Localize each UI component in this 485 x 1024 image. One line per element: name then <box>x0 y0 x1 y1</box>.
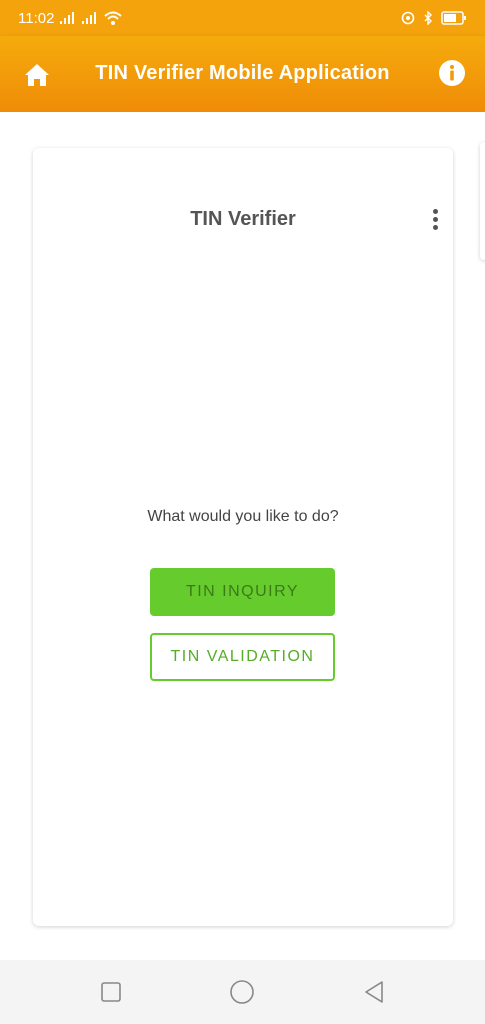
more-vertical-icon <box>432 208 438 214</box>
recents-button[interactable] <box>97 978 125 1006</box>
wifi-icon <box>104 11 123 25</box>
home-icon <box>25 64 49 86</box>
tin-verifier-card: TIN Verifier What would you like to do? … <box>33 148 453 926</box>
card-title: TIN Verifier <box>190 208 296 230</box>
alarm-icon <box>401 11 415 25</box>
app-title: TIN Verifier Mobile Application <box>95 62 390 84</box>
home-button[interactable] <box>20 58 54 92</box>
signal-icon <box>60 12 75 24</box>
next-card-edge[interactable] <box>480 142 485 260</box>
info-icon <box>439 60 465 86</box>
info-button[interactable] <box>437 58 467 88</box>
tin-inquiry-button[interactable]: TIN INQUIRY <box>150 568 335 616</box>
status-right <box>401 11 467 25</box>
signal-icon <box>82 12 97 24</box>
prompt-text: What would you like to do? <box>147 508 339 525</box>
more-vertical-icon <box>432 216 438 222</box>
battery-icon <box>441 11 466 25</box>
main-content: TIN Verifier What would you like to do? … <box>0 112 485 960</box>
status-time: 11:02 <box>18 9 55 27</box>
system-nav-bar <box>0 960 485 1024</box>
app-bar: TIN Verifier Mobile Application <box>0 36 485 112</box>
more-vertical-icon <box>432 224 438 230</box>
nav-home-button[interactable] <box>228 978 256 1006</box>
home-circle-icon <box>230 980 254 1004</box>
recents-square-icon <box>101 982 121 1002</box>
status-bar: 11:02 <box>0 0 485 36</box>
bluetooth-icon <box>424 11 432 25</box>
status-left: 11:02 <box>18 9 123 27</box>
back-button[interactable] <box>360 978 388 1006</box>
back-triangle-icon <box>365 981 383 1003</box>
tin-validation-button[interactable]: TIN VALIDATION <box>150 633 335 681</box>
more-options-button[interactable] <box>427 204 443 234</box>
